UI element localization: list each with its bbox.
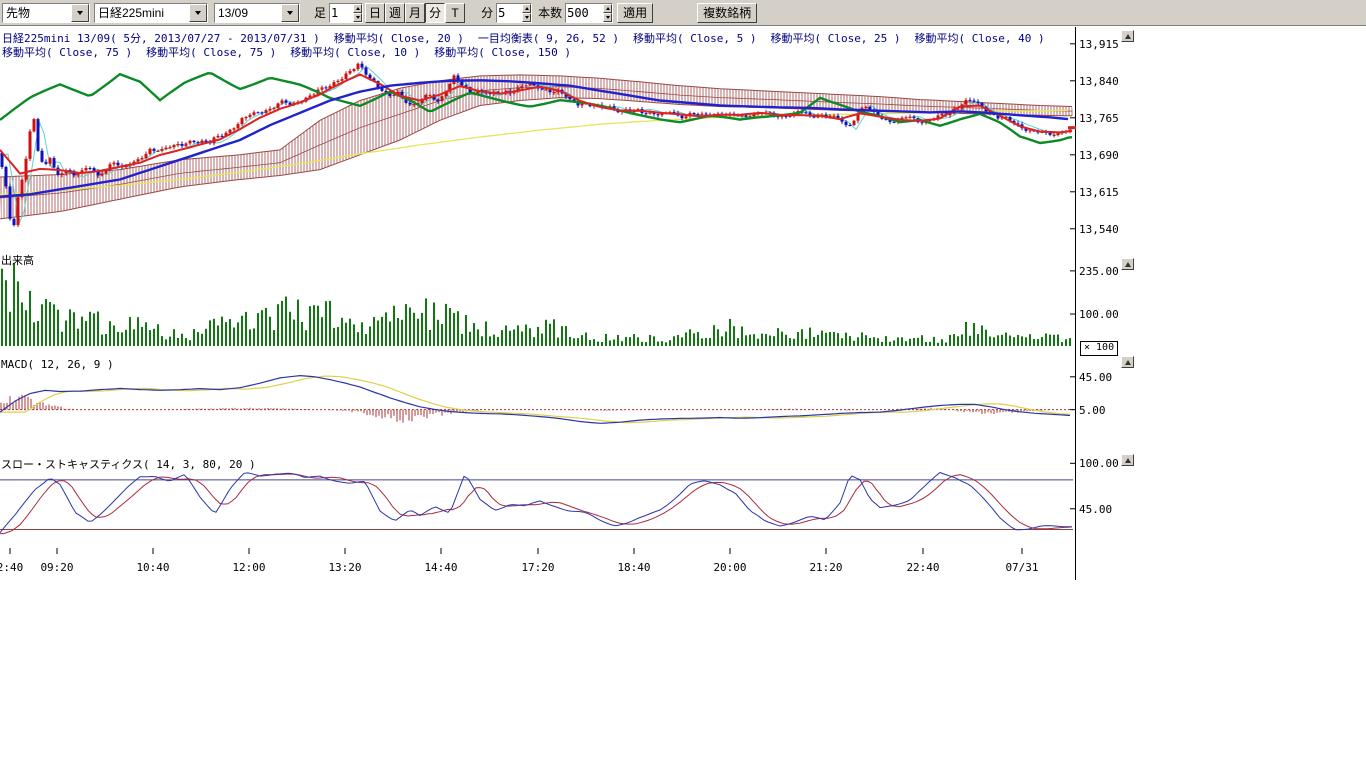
chevron-down-icon[interactable]	[281, 4, 299, 22]
bar-value-field[interactable]	[329, 3, 363, 23]
legend-item: 移動平均( Close, 40 )	[915, 32, 1045, 45]
contract-month-value: 13/09	[215, 6, 281, 20]
symbol-select[interactable]: 日経225mini	[94, 3, 208, 23]
bar-count-label: 本数	[538, 4, 562, 21]
legend-item: 移動平均( Close, 75 )	[146, 46, 276, 59]
volume-multiplier-box: × 100	[1080, 341, 1118, 356]
spin-down-icon	[606, 16, 610, 19]
instrument-type-value: 先物	[3, 4, 71, 21]
spin-up-button[interactable]	[522, 4, 531, 13]
spin-down-button[interactable]	[603, 13, 612, 22]
price-axis-label: 13,690	[1079, 149, 1119, 162]
legend-item: 移動平均( Close, 75 )	[2, 46, 132, 59]
chevron-down-glyph	[195, 11, 201, 15]
stoch-panel-label: スロー・ストキャスティクス( 14, 3, 80, 20 )	[1, 456, 256, 472]
spin-up-icon	[606, 7, 610, 10]
bar-count-input[interactable]	[566, 4, 603, 22]
legend-item: 移動平均( Close, 10 )	[290, 46, 420, 59]
minute-value-spinner[interactable]	[522, 4, 531, 22]
spin-down-button[interactable]	[522, 13, 531, 22]
macd-axis-label: 5.00	[1079, 404, 1106, 417]
price-axis-label: 13,615	[1079, 186, 1119, 199]
bar-value-spinner[interactable]	[353, 4, 362, 22]
trading-chart-app: { "toolbar": { "instrument_type": "先物", …	[0, 0, 1366, 768]
time-axis-label: 17:20	[515, 561, 561, 574]
scroll-up-icon	[1125, 458, 1131, 463]
minute-label: 分	[481, 4, 493, 21]
chevron-down-glyph	[77, 11, 83, 15]
time-axis-label: 22:40	[900, 561, 946, 574]
instrument-type-select[interactable]: 先物	[2, 3, 90, 23]
time-axis-label: 09:20	[34, 561, 80, 574]
bar-count-spinner[interactable]	[603, 4, 612, 22]
bar-type-label: 足	[314, 4, 326, 21]
volume-axis-label: 235.00	[1079, 265, 1119, 278]
price-axis-label: 13,540	[1079, 223, 1119, 236]
chart-area: 日経225mini 13/09( 5分, 2013/07/27 - 2013/0…	[0, 27, 1366, 583]
price-axis-label: 13,765	[1079, 112, 1119, 125]
macd-axis-label: 45.00	[1079, 371, 1112, 384]
time-axis-label: 13:20	[322, 561, 368, 574]
scroll-up-icon	[1125, 262, 1131, 267]
contract-month-select[interactable]: 13/09	[214, 3, 300, 23]
multi-symbol-button[interactable]: 複数銘柄	[697, 3, 757, 23]
time-axis-label: 07/31	[999, 561, 1045, 574]
time-axis-label: 14:40	[418, 561, 464, 574]
toolbar: 先物 日経225mini 13/09 足 日週月分T 分 本数 適用 複数銘柄	[0, 0, 1366, 26]
scroll-up-icon	[1125, 34, 1131, 39]
panel-scroll-up-button[interactable]	[1121, 356, 1134, 368]
chevron-down-glyph	[287, 11, 293, 15]
chevron-down-icon[interactable]	[189, 4, 207, 22]
stoch-axis-label: 100.00	[1079, 457, 1119, 470]
spin-up-icon	[525, 7, 529, 10]
period-button-月[interactable]: 月	[405, 3, 425, 23]
legend-item: 移動平均( Close, 25 )	[770, 32, 900, 45]
time-axis-label: 2:40	[0, 561, 33, 574]
price-axis-label: 13,840	[1079, 75, 1119, 88]
bar-value-input[interactable]	[330, 4, 353, 22]
spin-down-button[interactable]	[353, 13, 362, 22]
spin-up-button[interactable]	[603, 4, 612, 13]
period-button-group: 日週月分T	[365, 3, 465, 23]
panel-scroll-up-button[interactable]	[1121, 454, 1134, 466]
stoch-axis-label: 45.00	[1079, 503, 1112, 516]
minute-value-field[interactable]	[496, 3, 532, 23]
time-axis-label: 20:00	[707, 561, 753, 574]
apply-button[interactable]: 適用	[617, 3, 653, 23]
spin-down-icon	[525, 16, 529, 19]
time-axis-label: 10:40	[130, 561, 176, 574]
spin-up-button[interactable]	[353, 4, 362, 13]
panel-scroll-up-button[interactable]	[1121, 258, 1134, 270]
chart-legend-line2: 移動平均( Close, 75 ) 移動平均( Close, 75 ) 移動平均( …	[2, 44, 585, 60]
price-axis-label: 13,915	[1079, 38, 1119, 51]
volume-panel-label: 出来高	[1, 252, 34, 268]
time-axis-label: 21:20	[803, 561, 849, 574]
period-button-日[interactable]: 日	[365, 3, 385, 23]
period-button-T[interactable]: T	[445, 3, 465, 23]
spin-down-icon	[356, 16, 360, 19]
macd-panel-label: MACD( 12, 26, 9 )	[1, 358, 114, 371]
volume-axis-label: 100.00	[1079, 308, 1119, 321]
legend-item: 移動平均( Close, 150 )	[434, 46, 571, 59]
panel-scroll-up-button[interactable]	[1121, 30, 1134, 42]
time-axis-label: 18:40	[611, 561, 657, 574]
period-button-分[interactable]: 分	[425, 3, 445, 23]
legend-item: 移動平均( Close, 5 )	[633, 32, 756, 45]
time-axis-label: 12:00	[226, 561, 272, 574]
period-button-週[interactable]: 週	[385, 3, 405, 23]
scroll-up-icon	[1125, 360, 1131, 365]
symbol-value: 日経225mini	[95, 4, 189, 21]
minute-value-input[interactable]	[497, 4, 522, 22]
bar-count-field[interactable]	[565, 3, 613, 23]
spin-up-icon	[356, 7, 360, 10]
chevron-down-icon[interactable]	[71, 4, 89, 22]
chart-plot[interactable]	[0, 27, 1140, 583]
